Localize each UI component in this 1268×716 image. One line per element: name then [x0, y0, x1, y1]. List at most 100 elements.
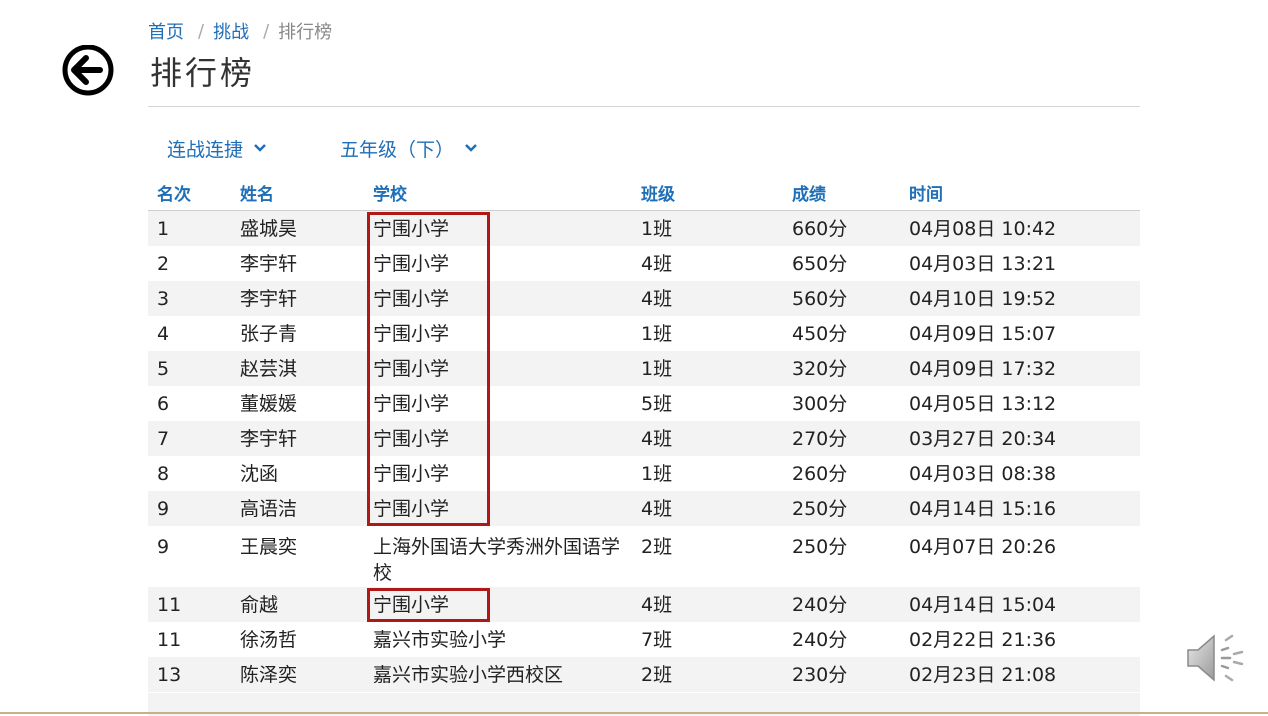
class-cell: 1班	[641, 217, 673, 240]
score-cell: 650分	[792, 252, 848, 275]
score-cell: 240分	[792, 593, 848, 616]
class-cell: 4班	[641, 252, 673, 275]
rank-cell: 8	[157, 462, 170, 485]
score-cell: 240分	[792, 628, 848, 651]
school-cell: 宁围小学	[373, 497, 450, 520]
table-body: 1 盛城昊 宁围小学 1班 660分 04月08日 10:42 2 李宇轩 宁围小学 4班 650分…	[148, 211, 1140, 692]
name-cell: 高语洁	[240, 497, 298, 520]
rank-cell: 9	[157, 497, 170, 520]
score-cell: 660分	[792, 217, 848, 240]
header-school[interactable]: 学校	[364, 180, 632, 205]
time-cell: 04月03日 13:21	[909, 252, 1057, 275]
class-cell: 1班	[641, 357, 673, 380]
name-cell: 徐汤哲	[240, 628, 298, 651]
table-row: 9 王晨奕 上海外国语大学秀洲外国语学校 2班 250分 04月07日 20:26	[148, 526, 1140, 587]
rank-cell: 2	[157, 252, 170, 275]
name-cell: 王晨奕	[240, 536, 298, 558]
breadcrumb-current: 排行榜	[278, 22, 333, 43]
name-cell: 赵芸淇	[240, 357, 298, 380]
speaker-icon	[1187, 634, 1244, 682]
class-cell: 4班	[641, 287, 673, 310]
grade-filter-label: 五年级（下）	[340, 138, 455, 161]
table-row: 11 俞越 宁围小学 4班 240分 04月14日 15:04	[148, 587, 1140, 622]
name-cell: 沈函	[240, 462, 279, 485]
chevron-down-icon	[465, 144, 477, 152]
school-cell: 宁围小学	[373, 252, 450, 275]
class-cell: 1班	[641, 462, 673, 485]
name-cell: 俞越	[240, 593, 279, 616]
table-row: 7 李宇轩 宁围小学 4班 270分 03月27日 20:34	[148, 421, 1140, 456]
breadcrumb-separator: /	[263, 20, 270, 42]
score-cell: 300分	[792, 392, 848, 415]
table-row: 4 张子青 宁围小学 1班 450分 04月09日 15:07	[148, 316, 1140, 351]
breadcrumb-home-link[interactable]: 首页	[148, 18, 184, 44]
audio-button[interactable]	[1184, 628, 1248, 688]
header-time[interactable]: 时间	[900, 180, 1140, 205]
table-row: 2 李宇轩 宁围小学 4班 650分 04月03日 13:21	[148, 246, 1140, 281]
time-cell: 04月07日 20:26	[909, 536, 1057, 558]
time-cell: 04月08日 10:42	[909, 217, 1057, 240]
header-name[interactable]: 姓名	[231, 180, 364, 205]
mode-filter-label: 连战连捷	[167, 138, 244, 161]
name-cell: 盛城昊	[240, 217, 298, 240]
rank-cell: 6	[157, 392, 170, 415]
rank-cell: 3	[157, 287, 170, 310]
class-cell: 4班	[641, 497, 673, 520]
score-cell: 320分	[792, 357, 848, 380]
time-cell: 02月23日 21:08	[909, 663, 1057, 686]
name-cell: 陈泽奕	[240, 663, 298, 686]
header-class[interactable]: 班级	[632, 180, 783, 205]
time-cell: 04月09日 17:32	[909, 357, 1057, 380]
time-cell: 04月14日 15:04	[909, 593, 1057, 616]
back-button[interactable]	[55, 44, 121, 97]
rank-cell: 7	[157, 427, 170, 450]
time-cell: 04月10日 19:52	[909, 287, 1057, 310]
mode-filter-dropdown[interactable]: 连战连捷	[167, 134, 267, 162]
school-cell: 宁围小学	[373, 357, 450, 380]
header-rank[interactable]: 名次	[148, 180, 231, 205]
table-header: 名次 姓名 学校 班级 成绩 时间	[148, 175, 1140, 211]
table-row: 8 沈函 宁围小学 1班 260分 04月03日 08:38	[148, 456, 1140, 491]
class-cell: 4班	[641, 593, 673, 616]
score-cell: 260分	[792, 462, 848, 485]
school-cell: 宁围小学	[373, 392, 450, 415]
score-cell: 450分	[792, 322, 848, 345]
school-cell: 嘉兴市实验小学	[373, 628, 507, 651]
rank-cell: 9	[157, 536, 170, 558]
name-cell: 李宇轩	[240, 427, 298, 450]
breadcrumb-separator: /	[198, 20, 205, 42]
school-cell: 上海外国语大学秀洲外国语学校	[373, 536, 621, 584]
grade-filter-dropdown[interactable]: 五年级（下）	[340, 134, 478, 162]
ranking-table: 名次 姓名 学校 班级 成绩 时间 1 盛城昊 宁围小学 1班 660分 04月08日 1…	[148, 175, 1140, 692]
school-cell: 宁围小学	[373, 217, 450, 240]
school-cell: 宁围小学	[373, 322, 450, 345]
arrow-left-circle-icon	[62, 44, 114, 96]
class-cell: 5班	[641, 392, 673, 415]
header-score[interactable]: 成绩	[783, 180, 900, 205]
school-cell: 宁围小学	[373, 593, 450, 616]
rank-cell: 13	[157, 663, 182, 686]
table-row: 5 赵芸淇 宁围小学 1班 320分 04月09日 17:32	[148, 351, 1140, 386]
rank-cell: 5	[157, 357, 170, 380]
table-row: 1 盛城昊 宁围小学 1班 660分 04月08日 10:42	[148, 211, 1140, 246]
rank-cell: 1	[157, 217, 170, 240]
chevron-down-icon	[254, 144, 266, 152]
time-cell: 04月05日 13:12	[909, 392, 1057, 415]
school-cell: 宁围小学	[373, 427, 450, 450]
table-row: 9 高语洁 宁围小学 4班 250分 04月14日 15:16	[148, 491, 1140, 526]
page-title: 排行榜	[150, 54, 256, 92]
score-cell: 270分	[792, 427, 848, 450]
class-cell: 1班	[641, 322, 673, 345]
time-cell: 04月14日 15:16	[909, 497, 1057, 520]
time-cell: 04月09日 15:07	[909, 322, 1057, 345]
breadcrumb-challenge-link[interactable]: 挑战	[213, 18, 249, 44]
breadcrumb: 首页 / 挑战 / 排行榜	[148, 18, 333, 44]
school-cell: 嘉兴市实验小学西校区	[373, 663, 564, 686]
time-cell: 02月22日 21:36	[909, 628, 1057, 651]
rank-cell: 4	[157, 322, 170, 345]
class-cell: 7班	[641, 628, 673, 651]
score-cell: 230分	[792, 663, 848, 686]
table-row: 3 李宇轩 宁围小学 4班 560分 04月10日 19:52	[148, 281, 1140, 316]
class-cell: 2班	[641, 663, 673, 686]
time-cell: 03月27日 20:34	[909, 427, 1057, 450]
